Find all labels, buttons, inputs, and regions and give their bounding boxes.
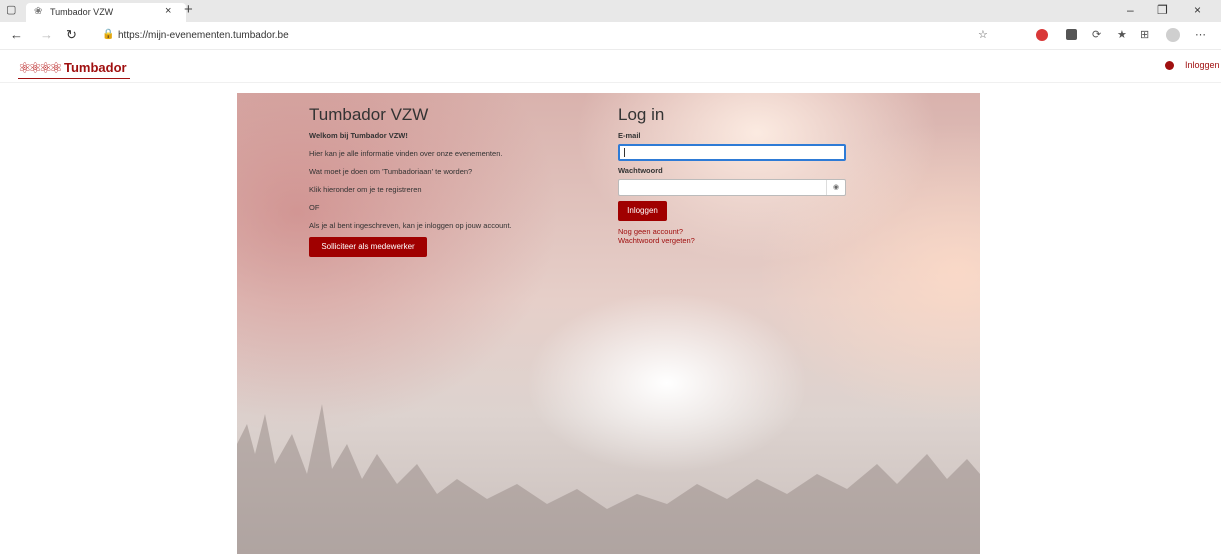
browser-tab[interactable]: ❀ Tumbador VZW × (26, 3, 186, 22)
tab-favicon-icon: ❀ (34, 6, 43, 17)
profile-avatar[interactable] (1166, 28, 1180, 42)
globe-icon (1165, 61, 1174, 70)
back-icon[interactable]: ← (10, 27, 23, 42)
crowd-silhouette (237, 404, 980, 554)
login-panel: Log in E-mail Wachtwoord ◉ Inloggen Nog … (618, 105, 848, 245)
collections-icon[interactable]: ⊞ (1140, 28, 1149, 41)
tab-close-icon[interactable]: × (165, 5, 171, 17)
logo-figures-icon: ⚛⚛⚛⚛ (18, 60, 63, 77)
header-login-label[interactable]: Inloggen (1185, 60, 1220, 70)
email-input[interactable] (618, 144, 846, 161)
password-input[interactable]: ◉ (618, 179, 846, 196)
favorites-icon[interactable]: ★ (1117, 28, 1127, 41)
url-box[interactable]: 🔒 https://mijn-evenementen.tumbador.be (90, 26, 890, 44)
intro-line-1: Hier kan je alle informatie vinden over … (309, 149, 503, 158)
adblock-extension-icon[interactable] (1036, 29, 1048, 41)
tab-actions-icon[interactable]: ▢ (6, 4, 18, 16)
minimize-icon[interactable]: – (1127, 3, 1134, 17)
login-title: Log in (618, 105, 665, 124)
window-close-icon[interactable]: × (1194, 3, 1201, 17)
hero-background: Tumbador VZW Welkom bij Tumbador VZW! Hi… (237, 93, 980, 554)
intro-title: Tumbador VZW (309, 105, 429, 124)
maximize-icon[interactable]: ❐ (1157, 3, 1168, 17)
login-submit-button[interactable]: Inloggen (618, 201, 667, 221)
refresh-icon[interactable]: ↻ (66, 27, 77, 43)
more-icon[interactable]: ⋯ (1195, 28, 1206, 41)
intro-welcome: Welkom bij Tumbador VZW! (309, 131, 408, 140)
tab-title: Tumbador VZW (50, 7, 114, 17)
logo-name: Tumbador (64, 60, 127, 75)
favorite-star-icon[interactable]: ☆ (978, 28, 988, 41)
show-password-icon[interactable]: ◉ (826, 180, 845, 195)
text-caret (624, 148, 625, 157)
password-label: Wachtwoord (618, 166, 663, 175)
logo-underline (18, 78, 130, 79)
new-tab-icon[interactable]: + (184, 1, 193, 18)
intro-line-4: OF (309, 203, 320, 212)
apply-button[interactable]: Solliciteer als medewerker (309, 237, 427, 257)
forward-icon[interactable]: → (40, 27, 53, 42)
intro-panel: Tumbador VZW Welkom bij Tumbador VZW! Hi… (309, 105, 569, 257)
lock-icon[interactable]: 🔒 (102, 29, 114, 40)
extension-icon[interactable] (1066, 29, 1077, 40)
forgot-password-link[interactable]: Wachtwoord vergeten? (618, 236, 695, 245)
intro-line-3: Klik hieronder om je te registreren (309, 185, 422, 194)
extensions-icon[interactable]: ⟳ (1092, 28, 1101, 41)
intro-line-2: Wat moet je doen om 'Tumbadoriaan' te wo… (309, 167, 473, 176)
intro-line-5: Als je al bent ingeschreven, kan je inlo… (309, 221, 512, 230)
browser-title-bar: ▢ ❀ Tumbador VZW × + – ❐ × (0, 0, 1221, 22)
site-header: ⚛⚛⚛⚛ Tumbador (0, 50, 1221, 83)
email-label: E-mail (618, 131, 641, 140)
url-text[interactable]: https://mijn-evenementen.tumbador.be (118, 30, 289, 41)
no-account-link[interactable]: Nog geen account? (618, 227, 683, 236)
